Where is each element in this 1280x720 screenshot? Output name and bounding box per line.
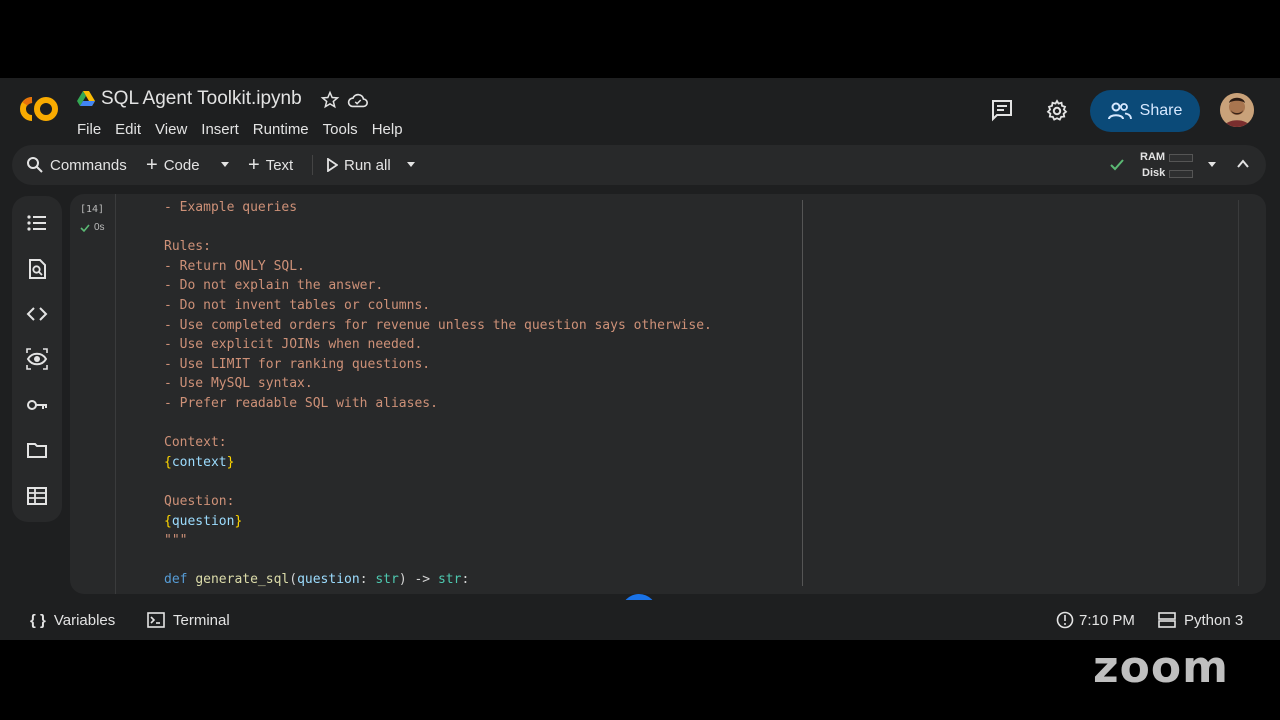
code-line: - Use LIMIT for ranking questions. bbox=[164, 356, 431, 372]
toc-icon[interactable] bbox=[26, 212, 48, 234]
check-icon bbox=[80, 223, 90, 232]
share-button[interactable]: Share bbox=[1090, 90, 1200, 132]
menu-runtime[interactable]: Runtime bbox=[253, 121, 309, 138]
code-line: - Do not invent tables or columns. bbox=[164, 297, 431, 313]
runtime-dropdown-chevron-icon[interactable] bbox=[1207, 161, 1217, 169]
code-line: {context} bbox=[164, 454, 235, 470]
colab-logo[interactable] bbox=[16, 94, 62, 124]
code-dropdown-chevron-icon[interactable] bbox=[220, 161, 230, 169]
cell-gutter-divider bbox=[115, 194, 116, 594]
avatar[interactable] bbox=[1220, 93, 1254, 127]
commands-button[interactable]: Commands bbox=[26, 145, 127, 185]
terminal-button[interactable]: Terminal bbox=[147, 600, 230, 640]
variables-label: Variables bbox=[53, 611, 116, 629]
find-icon[interactable] bbox=[26, 258, 48, 280]
run-all-label: Run all bbox=[344, 156, 391, 174]
search-icon bbox=[27, 157, 43, 173]
code-line: - Use MySQL syntax. bbox=[164, 376, 313, 392]
files-folder-icon[interactable] bbox=[26, 439, 48, 461]
data-table-icon[interactable] bbox=[26, 485, 48, 507]
code-line: Context: bbox=[164, 435, 227, 451]
code-line: - Return ONLY SQL. bbox=[164, 258, 305, 274]
disk-usage-bar bbox=[1169, 170, 1193, 178]
code-label: Code bbox=[163, 156, 200, 174]
play-icon bbox=[327, 158, 338, 172]
last-run-time[interactable]: 7:10 PM bbox=[1056, 600, 1135, 640]
execution-count: [14] bbox=[80, 204, 105, 215]
toolbar-divider bbox=[312, 155, 313, 175]
code-line: - Do not explain the answer. bbox=[164, 278, 384, 294]
menu-edit[interactable]: Edit bbox=[115, 121, 141, 138]
connected-check-icon bbox=[1110, 159, 1124, 171]
people-icon bbox=[1107, 102, 1132, 120]
star-icon[interactable] bbox=[320, 90, 340, 110]
code-line: {question} bbox=[164, 513, 243, 529]
notebook-title[interactable]: SQL Agent Toolkit.ipynb bbox=[101, 88, 302, 110]
kernel-label: Python 3 bbox=[1184, 611, 1244, 629]
settings-gear-icon[interactable] bbox=[1045, 99, 1069, 123]
menu-bar: File Edit View Insert Runtime Tools Help bbox=[77, 121, 417, 138]
left-sidebar bbox=[12, 196, 62, 522]
server-icon bbox=[1158, 612, 1176, 628]
editor-ruler bbox=[802, 200, 803, 586]
code-line: """ bbox=[164, 533, 188, 549]
disk-label: Disk bbox=[1142, 167, 1166, 179]
braces-icon: { } bbox=[30, 611, 46, 629]
comment-icon[interactable] bbox=[990, 98, 1014, 122]
code-editor[interactable]: - Example queries Rules: - Return ONLY SQ… bbox=[164, 198, 712, 590]
text-label: Text bbox=[265, 156, 294, 174]
terminal-label: Terminal bbox=[173, 611, 230, 629]
code-cell[interactable]: [14] 0s - Example queries Rules: - Return… bbox=[70, 194, 1266, 594]
status-bar: { } Variables Terminal 7:10 PM Python 3 bbox=[0, 600, 1280, 640]
menu-file[interactable]: File bbox=[77, 121, 101, 138]
code-line: Rules: bbox=[164, 239, 211, 255]
colab-window: SQL Agent Toolkit.ipynb File Edit View I… bbox=[0, 78, 1280, 640]
secrets-key-icon[interactable] bbox=[26, 394, 48, 416]
kernel-indicator[interactable]: Python 3 bbox=[1158, 600, 1243, 640]
menu-insert[interactable]: Insert bbox=[201, 121, 239, 138]
plus-icon: + bbox=[248, 154, 260, 176]
execution-status: 0s bbox=[80, 222, 105, 233]
editor-scrollbar-track[interactable] bbox=[1238, 200, 1239, 586]
zoom-watermark: zoom bbox=[1093, 642, 1229, 693]
code-line: - Use explicit JOINs when needed. bbox=[164, 337, 423, 353]
execution-time: 0s bbox=[94, 222, 105, 233]
ram-usage-bar bbox=[1169, 154, 1193, 162]
plus-icon: + bbox=[146, 154, 158, 176]
code-line: Question: bbox=[164, 493, 235, 509]
google-drive-icon bbox=[77, 91, 95, 106]
menu-help[interactable]: Help bbox=[372, 121, 403, 138]
add-code-button[interactable]: + Code bbox=[146, 145, 200, 185]
time-label: 7:10 PM bbox=[1079, 611, 1135, 629]
code-snippets-icon[interactable] bbox=[26, 303, 48, 325]
terminal-icon bbox=[147, 612, 165, 628]
variables-button[interactable]: { } Variables bbox=[30, 600, 115, 640]
run-all-dropdown-chevron-icon[interactable] bbox=[406, 161, 416, 169]
code-line: def generate_sql(question: str) -> str: bbox=[164, 572, 470, 588]
cloud-saved-icon[interactable] bbox=[347, 90, 369, 110]
run-all-button[interactable]: Run all bbox=[326, 145, 391, 185]
code-line: - Example queries bbox=[164, 200, 298, 215]
add-text-button[interactable]: + Text bbox=[248, 145, 293, 185]
clock-icon bbox=[1056, 611, 1074, 629]
notebook-toolbar: Commands + Code + Text Run all RAM Disk bbox=[12, 145, 1266, 185]
collapse-chevron-up-icon[interactable] bbox=[1236, 158, 1250, 170]
code-line: - Use completed orders for revenue unles… bbox=[164, 317, 712, 333]
commands-label: Commands bbox=[50, 156, 127, 174]
menu-view[interactable]: View bbox=[155, 121, 187, 138]
ram-label: RAM bbox=[1140, 151, 1166, 163]
menu-tools[interactable]: Tools bbox=[323, 121, 358, 138]
code-line: - Prefer readable SQL with aliases. bbox=[164, 395, 438, 411]
share-label: Share bbox=[1139, 102, 1183, 119]
variables-inspector-icon[interactable] bbox=[26, 348, 48, 370]
